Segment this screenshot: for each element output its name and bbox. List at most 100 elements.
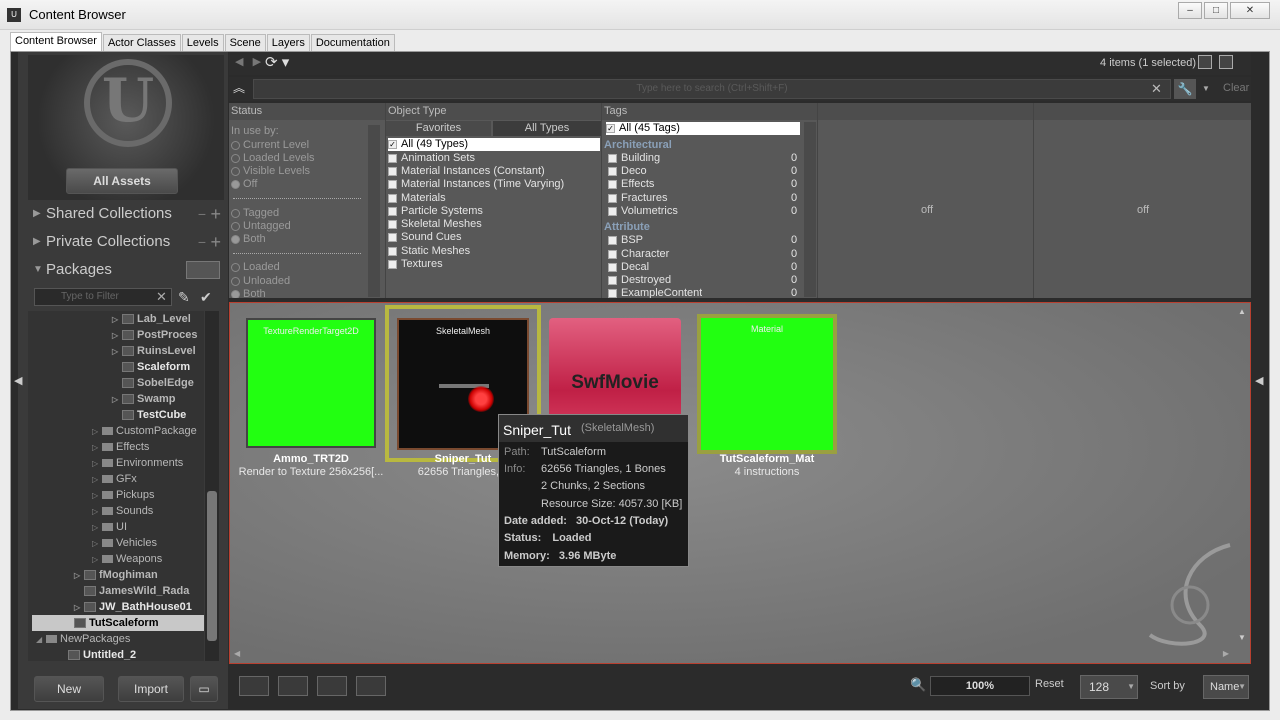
view-toggle-icon[interactable] xyxy=(186,261,220,279)
pencil-icon[interactable]: ✎ xyxy=(178,289,190,306)
tab-all-types[interactable]: All Types xyxy=(493,121,601,136)
status-option[interactable]: Untagged xyxy=(231,220,291,233)
tab-content-browser[interactable]: Content Browser xyxy=(10,32,102,52)
status-option[interactable]: Unloaded xyxy=(231,275,290,288)
tree-item[interactable]: ▷ PostProces xyxy=(112,327,198,343)
tab-documentation[interactable]: Documentation xyxy=(310,34,395,52)
status-scrollbar[interactable] xyxy=(368,125,380,297)
asset-tile[interactable]: TextureRenderTarget2D Ammo_TRT2D Render … xyxy=(239,318,383,478)
new-button[interactable]: New xyxy=(34,676,104,702)
private-collections-header[interactable]: ▶ Private Collections − + xyxy=(28,229,224,255)
refresh-icon[interactable]: ⟳ ▾ xyxy=(265,53,289,71)
collapse-filters-icon[interactable]: ︽ xyxy=(230,79,248,97)
minimize-button[interactable]: – xyxy=(1178,2,1202,19)
type-item[interactable]: Textures xyxy=(388,258,443,271)
view-list-grid-icon[interactable] xyxy=(356,676,386,696)
tree-item[interactable]: JamesWild_Rada xyxy=(74,583,189,599)
zoom-field[interactable]: 100% xyxy=(930,676,1030,696)
tree-item[interactable]: SobelEdge xyxy=(112,375,194,391)
status-option[interactable]: Tagged xyxy=(231,207,279,220)
import-button[interactable]: Import xyxy=(118,676,184,702)
tags-scrollbar[interactable] xyxy=(804,122,816,297)
tree-item[interactable]: ▷ fMoghiman xyxy=(74,567,158,583)
tag-item[interactable]: Deco xyxy=(608,165,647,178)
tab-scene[interactable]: Scene xyxy=(224,34,266,52)
scroll-left-icon[interactable]: ◀ xyxy=(234,649,240,658)
status-option-selected[interactable]: Both xyxy=(231,233,266,246)
tag-item[interactable]: Destroyed xyxy=(608,274,671,287)
all-assets-button[interactable]: All Assets xyxy=(66,168,178,194)
tag-item[interactable]: ExampleContent xyxy=(608,287,702,298)
wrench-icon[interactable]: 🔧 xyxy=(1174,79,1196,99)
tree-item[interactable]: ▷ GFx xyxy=(92,471,137,487)
packages-header[interactable]: ▼ Packages xyxy=(28,257,224,283)
asset-thumbnail[interactable]: Material xyxy=(701,318,833,450)
type-item[interactable]: Materials xyxy=(388,192,446,205)
reset-button[interactable]: Reset xyxy=(1035,678,1064,690)
tag-item[interactable]: Building xyxy=(608,152,660,165)
tree-item[interactable]: Scaleform xyxy=(112,359,190,375)
tree-item[interactable]: ▷ UI xyxy=(92,519,127,535)
status-option[interactable]: Visible Levels xyxy=(231,165,310,178)
tree-item[interactable]: ▷ RuinsLevel xyxy=(112,343,196,359)
status-option[interactable]: Both xyxy=(231,288,266,298)
tree-item[interactable]: ▷ Effects xyxy=(92,439,149,455)
tree-item[interactable]: ▷ CustomPackage xyxy=(92,423,197,439)
maximize-button[interactable]: □ xyxy=(1204,2,1228,19)
tree-item[interactable]: ▷ Swamp xyxy=(112,391,176,407)
tree-item[interactable]: ◢ NewPackages xyxy=(36,631,130,647)
tag-item[interactable]: Effects xyxy=(608,178,654,191)
search-options-dropdown-icon[interactable]: ▼ xyxy=(1199,79,1213,99)
close-button[interactable]: ✕ xyxy=(1230,2,1270,19)
type-item[interactable]: Particle Systems xyxy=(388,205,483,218)
type-item[interactable]: Skeletal Meshes xyxy=(388,218,482,231)
tree-item[interactable]: Untitled_2 xyxy=(58,647,136,661)
tab-layers[interactable]: Layers xyxy=(266,34,310,52)
thumbnail-size-select[interactable]: 128 ▼ xyxy=(1080,675,1138,699)
remove-collection-icon[interactable]: − xyxy=(198,229,206,255)
tag-item-all[interactable]: ✓ All (45 Tags) xyxy=(606,122,800,135)
scroll-up-icon[interactable]: ▲ xyxy=(1238,307,1246,316)
tab-levels[interactable]: Levels xyxy=(181,34,224,52)
shared-collections-header[interactable]: ▶ Shared Collections − + xyxy=(28,201,224,227)
checkmark-icon[interactable]: ✔ xyxy=(200,289,212,306)
tree-item[interactable]: ▷ Environments xyxy=(92,455,183,471)
scroll-down-icon[interactable]: ▼ xyxy=(1238,633,1246,642)
type-item[interactable]: Material Instances (Constant) xyxy=(388,165,545,178)
clear-search-icon[interactable]: ✕ xyxy=(1151,81,1162,97)
scroll-thumb[interactable] xyxy=(207,491,217,641)
tree-scrollbar[interactable] xyxy=(205,311,219,661)
sort-select[interactable]: Name ▼ xyxy=(1203,675,1249,699)
status-option[interactable]: Current Level xyxy=(231,139,309,152)
type-item[interactable]: Material Instances (Time Varying) xyxy=(388,178,564,191)
type-item-all[interactable]: ✓ All (49 Types) xyxy=(388,138,600,151)
type-item[interactable]: Animation Sets xyxy=(388,152,475,165)
tree-item[interactable]: ▷ Pickups xyxy=(92,487,155,503)
tab-actor-classes[interactable]: Actor Classes xyxy=(102,34,181,52)
search-input[interactable]: Type here to search (Ctrl+Shift+F) xyxy=(253,79,1171,99)
status-option[interactable]: Loaded Levels xyxy=(231,152,315,165)
type-item[interactable]: Sound Cues xyxy=(388,231,462,244)
tree-item[interactable]: ▷ Lab_Level xyxy=(112,311,191,327)
tree-item[interactable]: ▷ Sounds xyxy=(92,503,153,519)
clear-button[interactable]: Clear xyxy=(1223,82,1249,94)
tag-item[interactable]: Character xyxy=(608,248,669,261)
folder-icon[interactable]: ▭ xyxy=(190,676,218,702)
new-window-icon[interactable] xyxy=(1198,55,1212,69)
tree-item[interactable]: ▷ Vehicles xyxy=(92,535,157,551)
status-option-selected[interactable]: Off xyxy=(231,178,257,191)
status-option[interactable]: Loaded xyxy=(231,261,280,274)
view-medium-grid-icon[interactable] xyxy=(278,676,308,696)
add-collection-icon[interactable]: + xyxy=(210,201,221,227)
tree-item[interactable]: ▷ JW_BathHouse01 xyxy=(74,599,192,615)
clear-filter-icon[interactable]: ✕ xyxy=(156,289,167,305)
tree-item-selected[interactable]: TutScaleform xyxy=(32,615,204,631)
collapse-right-arrow-icon[interactable]: ◀ xyxy=(1255,374,1263,387)
popout-icon[interactable] xyxy=(1219,55,1233,69)
tree-item[interactable]: TestCube xyxy=(112,407,186,423)
scroll-right-icon[interactable]: ▶ xyxy=(1223,649,1229,658)
horizontal-scrollbar[interactable]: ◀ ▶ xyxy=(229,649,1251,662)
tab-favorites[interactable]: Favorites xyxy=(386,121,491,136)
tag-item[interactable]: Volumetrics xyxy=(608,205,678,218)
asset-thumbnail[interactable]: TextureRenderTarget2D xyxy=(246,318,376,448)
